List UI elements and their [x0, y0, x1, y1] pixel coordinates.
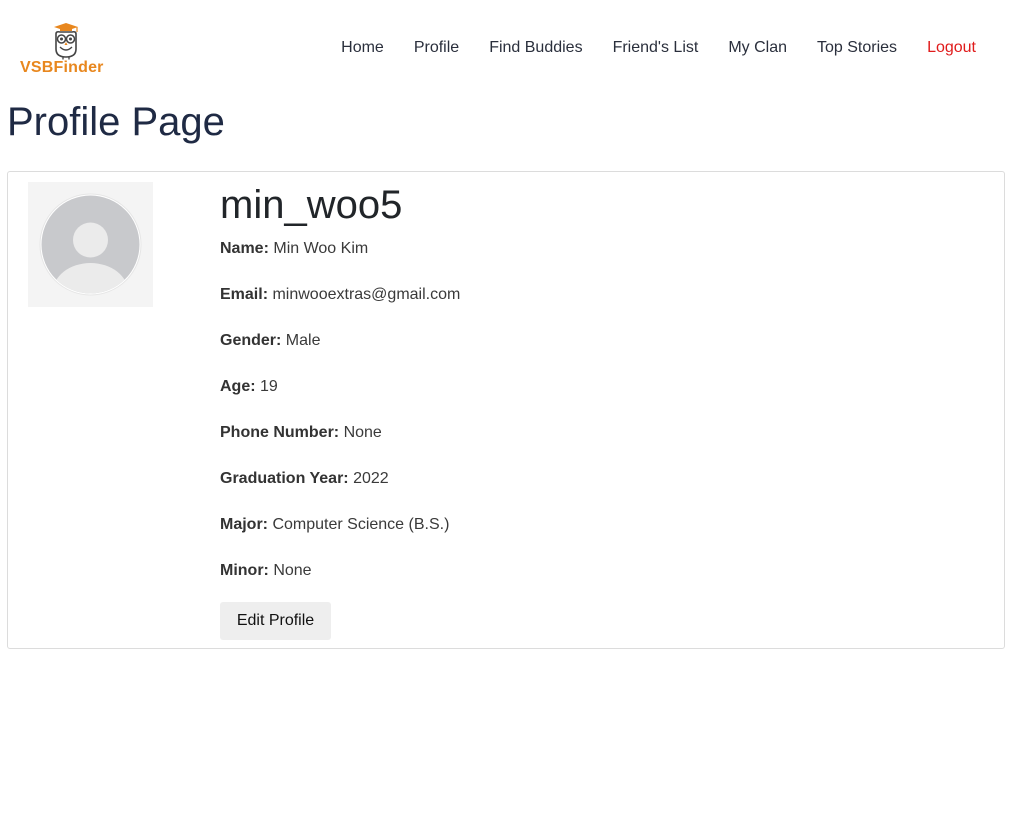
owl-logo-icon: [54, 23, 78, 60]
profile-field-email: Email: minwooextras@gmail.com: [220, 285, 460, 305]
field-label: Graduation Year:: [220, 470, 349, 487]
field-value: 2022: [353, 470, 389, 487]
nav-links: Home Profile Find Buddies Friend's List …: [326, 38, 991, 58]
field-label: Email:: [220, 286, 269, 303]
profile-username: min_woo5: [220, 183, 403, 227]
nav-friends-list-link[interactable]: Friend's List: [598, 38, 714, 58]
profile-field-phone: Phone Number: None: [220, 423, 382, 443]
nav-find-buddies-link[interactable]: Find Buddies: [474, 38, 597, 58]
field-value: 19: [260, 378, 278, 395]
default-user-avatar-icon: [39, 193, 142, 296]
profile-info: min_woo5 Name: Min Woo Kim Email: minwoo…: [220, 182, 460, 640]
field-value: None: [273, 562, 312, 579]
field-value: minwooextras@gmail.com: [272, 286, 461, 303]
nav-home-link[interactable]: Home: [326, 38, 399, 58]
field-label: Gender:: [220, 332, 282, 349]
profile-field-gender: Gender: Male: [220, 331, 320, 351]
profile-field-name: Name: Min Woo Kim: [220, 239, 368, 259]
field-label: Age:: [220, 378, 256, 395]
nav-profile-link[interactable]: Profile: [399, 38, 474, 58]
profile-field-graduation-year: Graduation Year: 2022: [220, 469, 389, 489]
brand-name: VSBFinder: [20, 59, 104, 76]
field-value: None: [343, 424, 382, 441]
field-value: Male: [285, 332, 321, 349]
page-title: Profile Page: [7, 100, 225, 144]
field-label: Major:: [220, 516, 268, 533]
field-label: Name:: [220, 240, 269, 257]
edit-profile-button[interactable]: Edit Profile: [220, 602, 331, 640]
field-label: Phone Number:: [220, 424, 340, 441]
nav-logout-link[interactable]: Logout: [912, 38, 991, 58]
navbar: VSBFinder Home Profile Find Buddies Frie…: [0, 0, 1013, 92]
field-value: Computer Science (B.S.): [272, 516, 450, 533]
nav-my-clan-link[interactable]: My Clan: [713, 38, 802, 58]
profile-field-major: Major: Computer Science (B.S.): [220, 515, 449, 535]
avatar: [28, 182, 153, 307]
field-label: Minor:: [220, 562, 269, 579]
profile-card: min_woo5 Name: Min Woo Kim Email: minwoo…: [7, 171, 1005, 649]
nav-top-stories-link[interactable]: Top Stories: [802, 38, 912, 58]
field-value: Min Woo Kim: [273, 240, 369, 257]
profile-field-age: Age: 19: [220, 377, 278, 397]
brand-logo-link[interactable]: VSBFinder: [20, 22, 112, 78]
profile-field-minor: Minor: None: [220, 561, 312, 581]
